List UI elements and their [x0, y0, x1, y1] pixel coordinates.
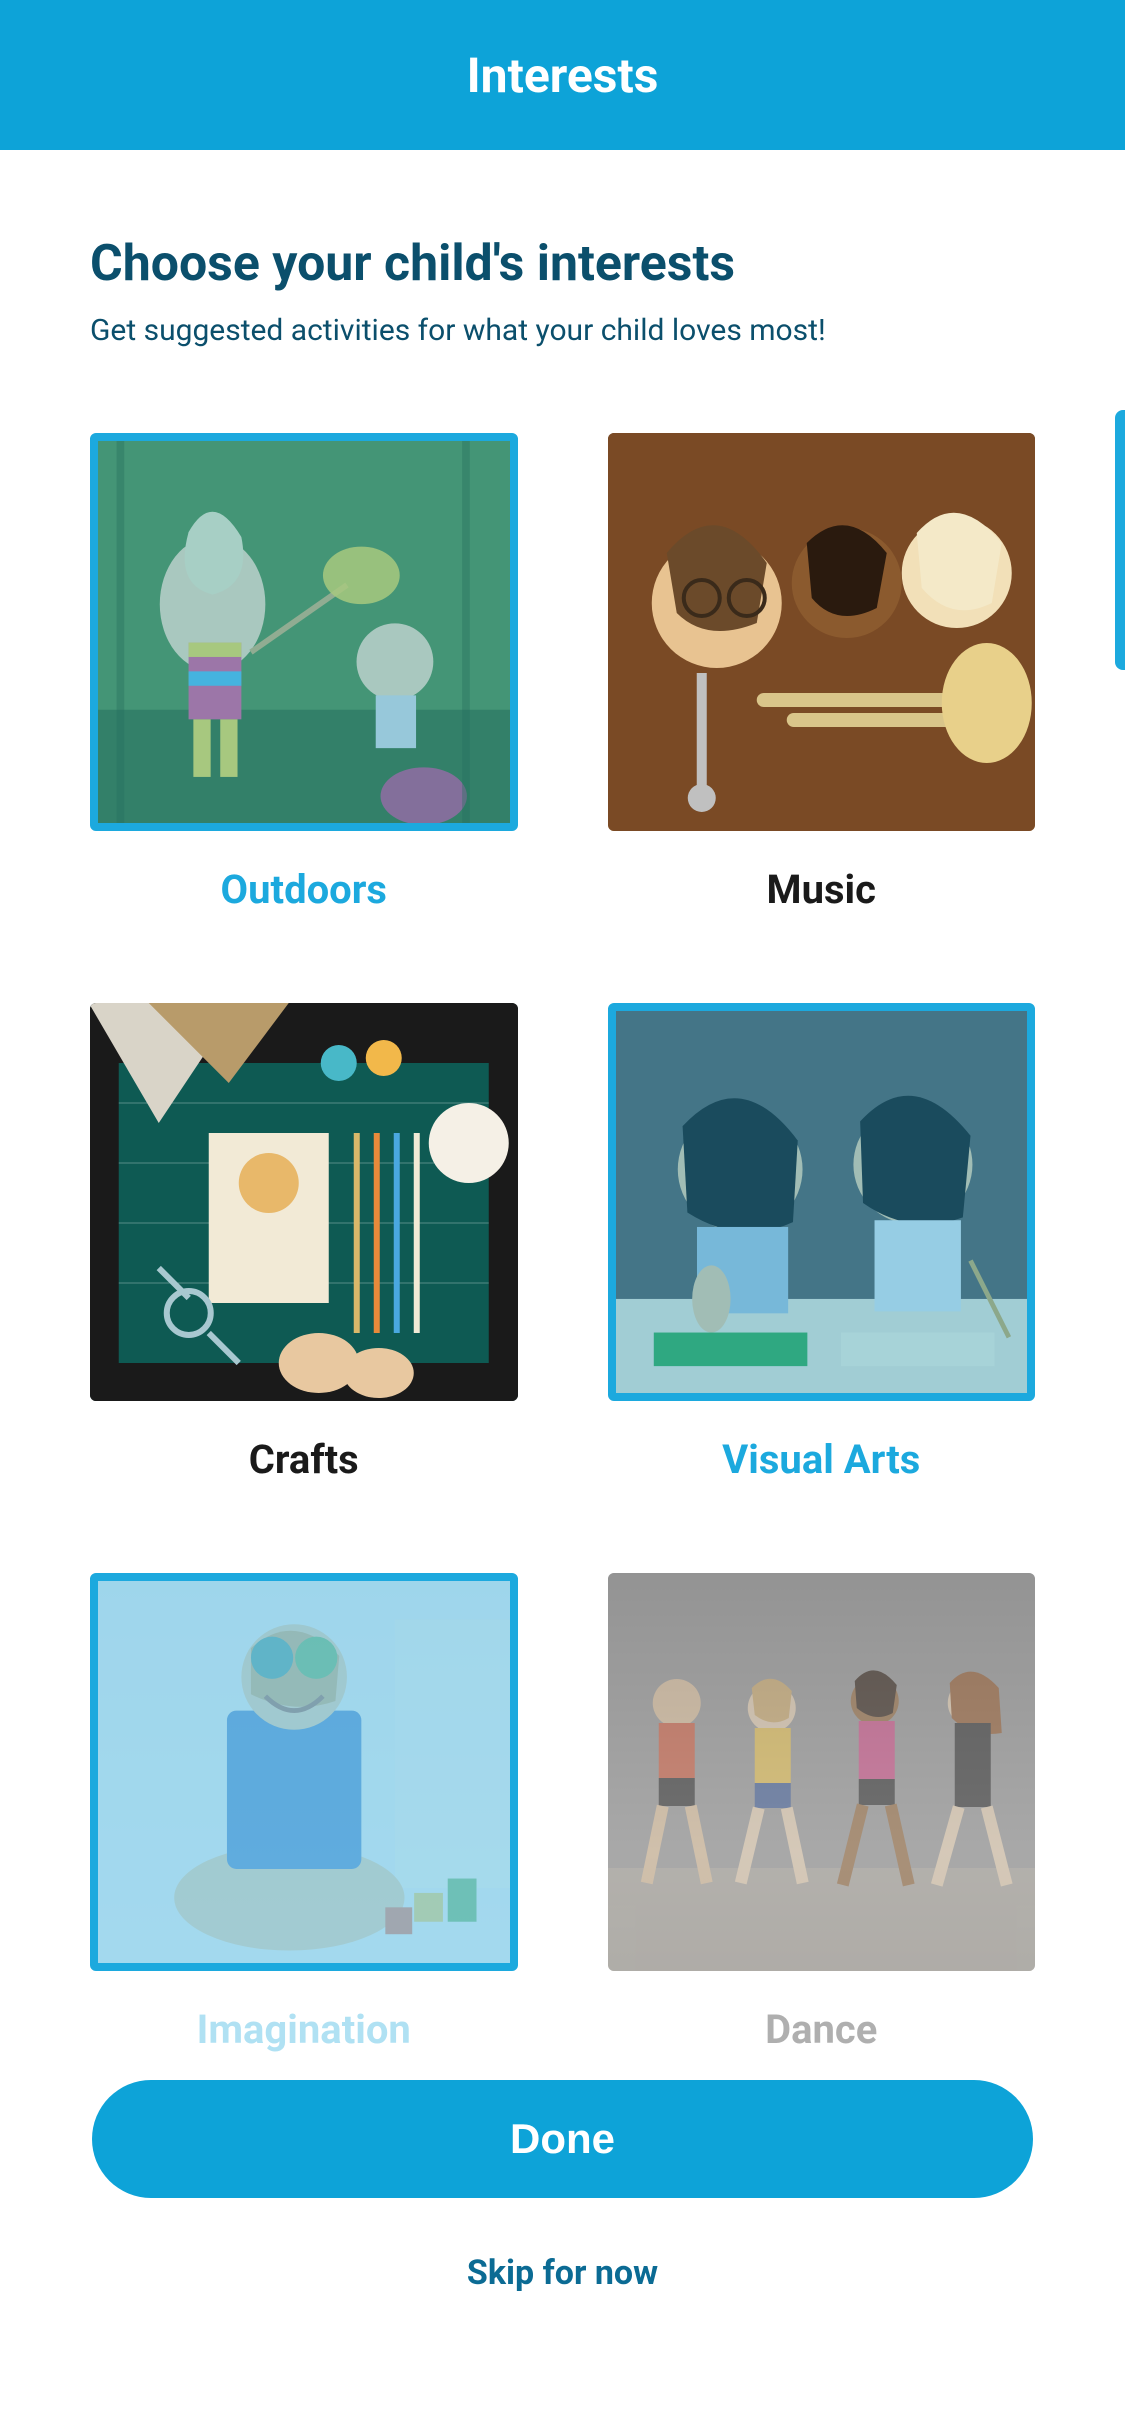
interest-label: Outdoors — [221, 866, 387, 913]
interest-image-dance — [608, 1573, 1036, 1971]
interest-label: Crafts — [249, 1436, 359, 1483]
interest-image-crafts — [90, 1003, 518, 1401]
interest-card-visual-arts[interactable]: Visual Arts — [608, 1003, 1036, 1483]
interest-card-outdoors[interactable]: Outdoors — [90, 433, 518, 913]
interest-card-dance[interactable]: Dance — [608, 1573, 1036, 2053]
interest-label: Visual Arts — [722, 1436, 920, 1483]
scrollbar[interactable] — [1115, 410, 1125, 670]
interest-label: Imagination — [197, 2006, 411, 2053]
footer: Done Skip for now — [0, 2080, 1125, 2293]
interest-card-music[interactable]: Music — [608, 433, 1036, 913]
interest-card-crafts[interactable]: Crafts — [90, 1003, 518, 1483]
interest-image-music — [608, 433, 1036, 831]
interest-image-imagination — [90, 1573, 518, 1971]
interest-card-imagination[interactable]: Imagination — [90, 1573, 518, 2053]
interest-image-visual-arts — [608, 1003, 1036, 1401]
interest-label: Dance — [765, 2006, 877, 2053]
interests-grid: Outdoors — [90, 433, 1035, 2053]
subheading: Get suggested activities for what your c… — [90, 313, 1035, 348]
content: Choose your child's interests Get sugges… — [0, 150, 1125, 2053]
interest-image-outdoors — [90, 433, 518, 831]
header: Interests — [0, 0, 1125, 150]
done-button[interactable]: Done — [92, 2080, 1033, 2198]
heading: Choose your child's interests — [90, 235, 1035, 293]
page-title: Interests — [467, 47, 659, 104]
skip-link[interactable]: Skip for now — [467, 2253, 658, 2293]
interest-label: Music — [767, 866, 876, 913]
